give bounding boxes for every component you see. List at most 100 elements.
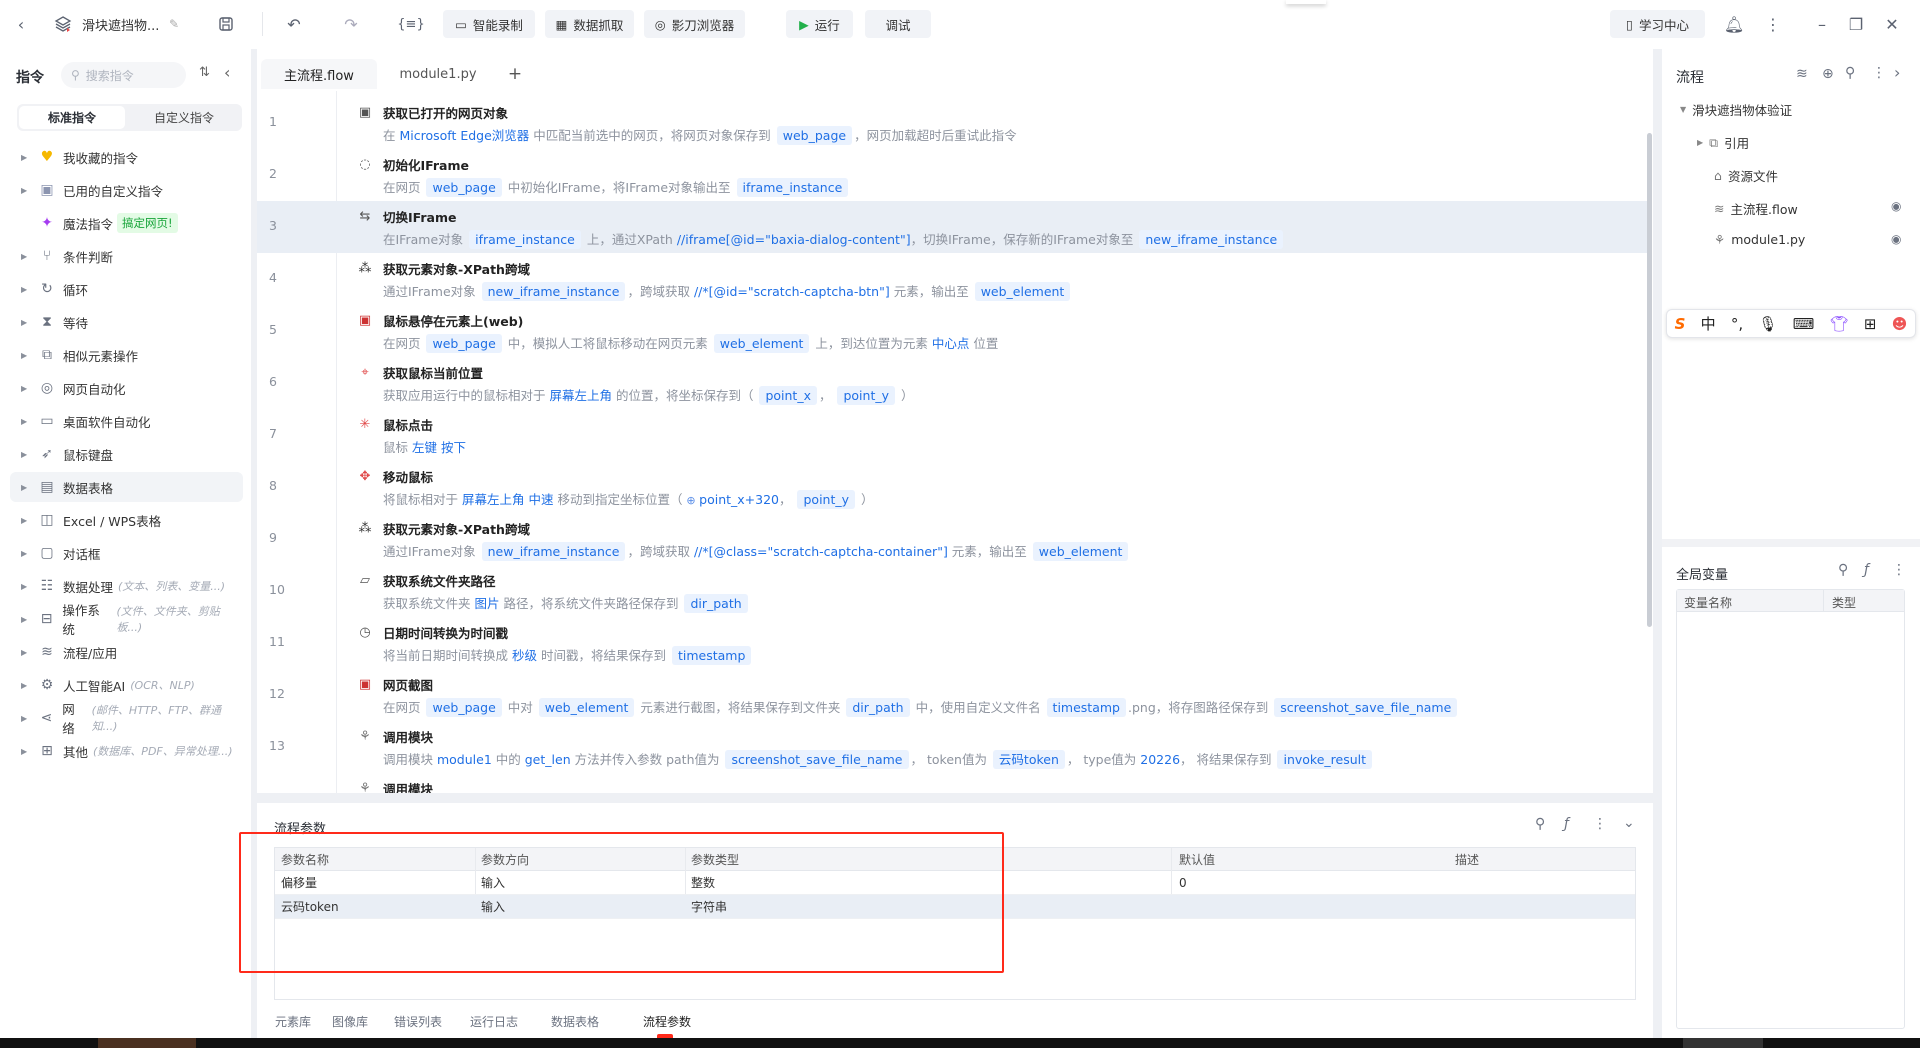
search-icon[interactable]: ⚲ [1845, 65, 1855, 81]
sidebar-item[interactable]: ▶ ⧉ 相似元素操作 [10, 340, 243, 370]
caret-right-icon[interactable]: ▶ [21, 153, 35, 162]
collapse-icon[interactable]: ‹ [224, 63, 230, 82]
parameter-link[interactable]: 秒级 [512, 648, 537, 663]
caret-right-icon[interactable]: ▶ [21, 351, 35, 360]
flow-step-row[interactable]: 12 ▣ 网页截图 在网页 web_page 中对 web_element 元素进行截… [257, 669, 1647, 721]
variable-chip[interactable]: point_y [837, 386, 895, 405]
add-variable-icon[interactable]: ƒ [1864, 562, 1869, 578]
debug-button[interactable]: 调试 [865, 10, 931, 38]
microphone-icon[interactable]: 🎙︎ [1758, 315, 1777, 333]
sidebar-item[interactable]: ▶ ≋ 流程/应用 [10, 637, 243, 667]
caret-right-icon[interactable]: ▶ [21, 417, 35, 426]
expression-link[interactable]: point_x+320 [686, 492, 779, 507]
variable-chip[interactable]: new_iframe_instance [481, 542, 626, 561]
parameter-link[interactable]: 屏幕左上角 [549, 388, 612, 403]
variable-chip[interactable]: iframe_instance [469, 230, 581, 249]
variable-chip[interactable]: timestamp [671, 646, 752, 665]
flow-step-row[interactable]: 7 ✳ 鼠标点击 鼠标 左键 按下 [257, 409, 1647, 461]
bottom-tab[interactable]: 数据表格 [551, 1013, 599, 1030]
caret-right-icon[interactable]: ▶ [21, 450, 35, 459]
tree-item-references[interactable]: ▶ ⧉ 引用 [1697, 133, 1749, 152]
parameter-link[interactable]: 20226 [1140, 752, 1180, 767]
flow-step-row[interactable]: 3 ⇆ 切换IFrame 在IFrame对象 iframe_instance 上，通过… [257, 201, 1647, 253]
taskbar-item[interactable] [98, 1038, 196, 1048]
parameter-link[interactable]: module1 [437, 752, 492, 767]
redo-icon[interactable]: ↷ [340, 13, 362, 35]
minimize-icon[interactable]: – [1811, 13, 1833, 35]
caret-right-icon[interactable]: ▶ [21, 714, 35, 723]
bottom-tab[interactable]: 错误列表 [394, 1013, 442, 1030]
flow-step-row[interactable]: 8 ✥ 移动鼠标将鼠标相对于 屏幕左上角 中速 移动到指定坐标位置（ point_x… [257, 461, 1647, 513]
variable-chip[interactable]: dir_path [846, 698, 910, 717]
save-icon[interactable] [215, 13, 237, 35]
variable-chip[interactable]: timestamp [1046, 698, 1126, 717]
tree-item-resources[interactable]: ⌂ 资源文件 [1714, 166, 1778, 185]
sidebar-item[interactable]: ▶ ▤ 数据表格 [10, 472, 243, 502]
flow-step-row[interactable]: 10 ▱ 获取系统文件夹路径 获取系统文件夹 图片 路径，将系统文件夹路径保存到 di… [257, 565, 1647, 617]
variable-chip[interactable]: point_x [759, 386, 817, 405]
tab-standard[interactable]: 标准指令 [19, 106, 125, 129]
more-icon[interactable]: ⋮ [1872, 65, 1886, 81]
caret-right-icon[interactable]: ▶ [21, 615, 35, 624]
add-param-icon[interactable]: ƒ [1564, 816, 1569, 832]
caret-right-icon[interactable]: ▶ [21, 285, 35, 294]
caret-right-icon[interactable]: ▶ [21, 252, 35, 261]
tab-custom[interactable]: 自定义指令 [129, 106, 239, 129]
bottom-tab[interactable]: 元素库 [275, 1013, 311, 1030]
tree-item-main-flow[interactable]: ≋ 主流程.flow [1714, 199, 1798, 218]
expand-icon[interactable]: › [1894, 63, 1900, 82]
flow-step-row[interactable]: 2 ◌ 初始化IFrame 在网页 web_page 中初始化IFrame，将IFra… [257, 149, 1647, 201]
ime-mode-button[interactable]: 中 [1701, 313, 1716, 334]
add-flow-icon[interactable]: ≋ [1796, 66, 1808, 82]
bottom-tab[interactable]: 图像库 [332, 1013, 368, 1030]
eye-icon[interactable]: ◉ [1891, 199, 1901, 213]
search-input[interactable]: ⚲ 搜索指令 [61, 62, 186, 88]
tab-module1[interactable]: module1.py [380, 59, 496, 89]
add-python-icon[interactable]: ⊕ [1822, 66, 1834, 82]
tree-item-module1[interactable]: ⚘ module1.py [1714, 232, 1805, 247]
keyboard-icon[interactable]: ⌨ [1793, 315, 1815, 333]
caret-right-icon[interactable]: ▶ [21, 582, 35, 591]
avatar-icon[interactable]: ☻ [1892, 315, 1908, 333]
search-icon[interactable]: ⚲ [1838, 562, 1848, 578]
parameter-link[interactable]: //*[@class="scratch-captcha-container"] [694, 544, 948, 559]
sidebar-item[interactable]: ▶ ➶ 鼠标键盘 [10, 439, 243, 469]
variable-chip[interactable]: screenshot_save_file_name [1274, 698, 1458, 717]
parameter-link[interactable]: 左键 按下 [412, 440, 466, 455]
flow-step-row[interactable]: 5 ▣ 鼠标悬停在元素上(web) 在网页 web_page 中，模拟人工将鼠标移动在… [257, 305, 1647, 357]
parameter-link[interactable]: 中心点 [932, 336, 970, 351]
flow-step-row[interactable]: 1 ▣ 获取已打开的网页对象在 Microsoft Edge浏览器 中匹配当前选中的… [257, 97, 1647, 149]
parameter-link[interactable]: //*[@id="scratch-captcha-btn"] [694, 284, 890, 299]
variable-chip[interactable]: web_element [713, 334, 810, 353]
flow-step-row[interactable]: 9 ⁂ 获取元素对象-XPath跨域 通过IFrame对象 new_iframe_in… [257, 513, 1647, 565]
sidebar-item[interactable]: ▶ ▣ 已用的自定义指令 [10, 175, 243, 205]
parameter-link[interactable]: 屏幕左上角 中速 [462, 492, 553, 507]
sidebar-item[interactable]: ▶ ⚙ 人工智能AI (OCR、NLP) [10, 670, 243, 700]
variable-chip[interactable]: dir_path [684, 594, 748, 613]
flow-step-row[interactable]: 11 ◷ 日期时间转换为时间戳 将当前日期时间转换成 秒级 时间戳，将结果保存到 ti… [257, 617, 1647, 669]
sidebar-item[interactable]: ✦ 魔法指令 搞定网页! [10, 208, 243, 238]
project-title[interactable]: 滑块遮挡物... [82, 15, 159, 34]
parameter-link[interactable]: get_len [525, 752, 571, 767]
project-node[interactable]: ▼ 滑块遮挡物体验证 [1680, 100, 1792, 119]
sidebar-item[interactable]: ▶ ☷ 数据处理 (文本、列表、变量...) [10, 571, 243, 601]
variable-chip[interactable]: web_page [776, 126, 853, 145]
variable-chip[interactable]: new_iframe_instance [1139, 230, 1284, 249]
more-icon[interactable]: ⋮ [1593, 816, 1607, 832]
search-icon[interactable]: ⚲ [1535, 816, 1545, 832]
promo-badge[interactable]: 搞定网页! [117, 213, 178, 233]
more-icon[interactable]: ⋮ [1892, 562, 1906, 578]
taskbar-item[interactable] [1683, 1038, 1763, 1048]
parameter-link[interactable]: Microsoft Edge浏览器 [399, 128, 529, 143]
flow-step-row[interactable]: 4 ⁂ 获取元素对象-XPath跨域 通过IFrame对象 new_iframe_in… [257, 253, 1647, 305]
caret-right-icon[interactable]: ▶ [21, 384, 35, 393]
smart-record-button[interactable]: ▭ 智能录制 [443, 10, 535, 38]
variable-chip[interactable]: screenshot_save_file_name [725, 750, 909, 769]
undo-icon[interactable]: ↶ [283, 13, 305, 35]
variable-chip[interactable]: 云码token [992, 750, 1065, 769]
tab-main-flow[interactable]: 主流程.flow [261, 59, 377, 89]
caret-right-icon[interactable]: ▶ [21, 186, 35, 195]
close-icon[interactable]: ✕ [1881, 13, 1903, 35]
variable-chip[interactable]: web_element [538, 698, 635, 717]
sidebar-item[interactable]: ▶ ⊟ 操作系统 (文件、文件夹、剪贴板...) [10, 603, 243, 637]
